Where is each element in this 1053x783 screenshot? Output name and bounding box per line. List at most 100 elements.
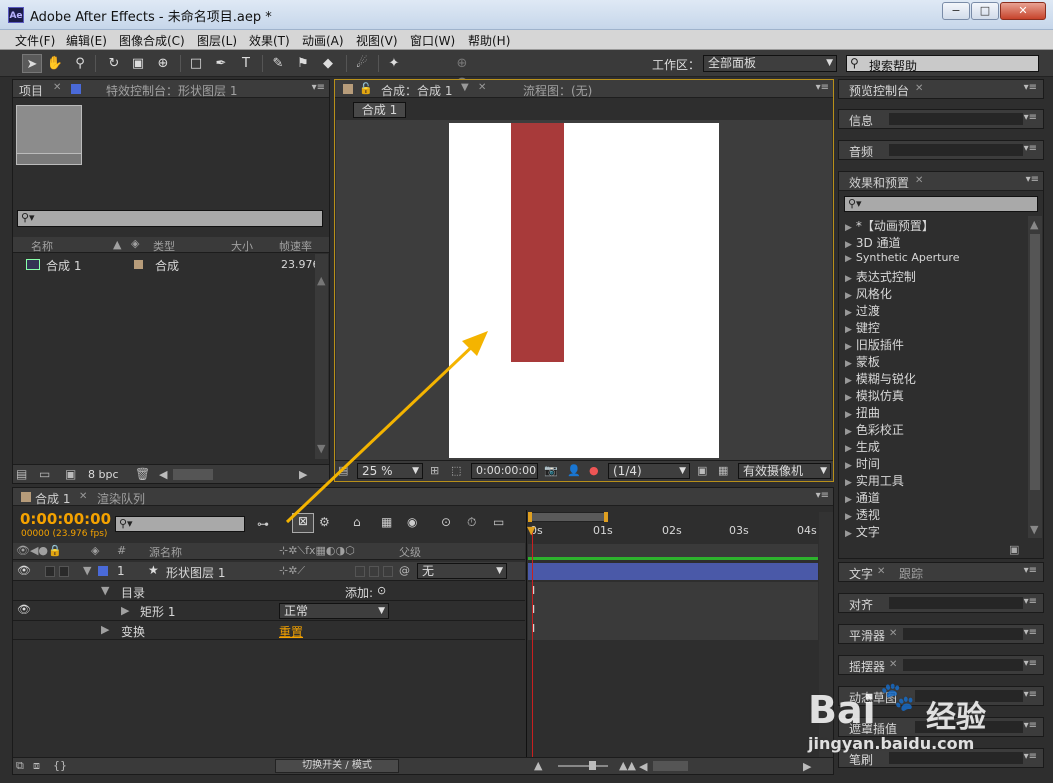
effects-list-item[interactable]: ▶ 实用工具 — [845, 472, 904, 489]
solo-toggle[interactable] — [45, 566, 55, 577]
timeline-horizontal-thumb[interactable] — [653, 761, 688, 771]
project-item-row[interactable]: 合成 1 合成 23.976 — [13, 256, 320, 273]
zoom-slider-thumb[interactable] — [589, 761, 596, 770]
effects-list-item[interactable]: ▶ *【动画预置】 — [845, 217, 934, 234]
tab-info[interactable]: 信息 — [849, 112, 873, 129]
eraser-tool-icon[interactable]: ◆ — [318, 54, 338, 73]
close-icon[interactable]: ✕ — [79, 491, 87, 502]
panel-menu-icon[interactable]: ▾≡ — [1024, 143, 1037, 154]
lock-toggle[interactable] — [59, 566, 69, 577]
tab-wiggler[interactable]: 摇摆器 — [849, 658, 885, 675]
zoom-in-mountain-icon[interactable]: ▲▲ — [619, 759, 636, 772]
effects-scrollbar[interactable]: ▲ ▼ — [1028, 216, 1042, 538]
panel-menu-icon[interactable]: ▾≡ — [1026, 174, 1039, 185]
timeline-scrollbar[interactable] — [819, 512, 833, 758]
panel-menu-icon[interactable]: ▾≡ — [1024, 82, 1037, 93]
menu-file[interactable]: 文件(F) — [15, 32, 55, 49]
scroll-right-icon[interactable]: ▶ — [299, 468, 307, 481]
effects-list-item[interactable]: ▶ 键控 — [845, 319, 880, 336]
show-snapshot-icon[interactable]: 👤 — [567, 464, 581, 477]
add-menu-label[interactable]: 添加: — [345, 584, 373, 601]
effects-list-item[interactable]: ▶ 模糊与锐化 — [845, 370, 916, 387]
current-time-indicator[interactable] — [532, 530, 533, 758]
tab-preview[interactable]: 预览控制台 — [849, 82, 909, 99]
effects-list-item[interactable]: ▶ 透视 — [845, 506, 880, 523]
effects-list-item[interactable]: ▶ 通道 — [845, 489, 880, 506]
layer-duration-bar[interactable] — [528, 563, 818, 580]
workspace-dropdown[interactable]: 全部面板 ▼ — [703, 55, 837, 72]
effects-list-item[interactable]: ▶ 时间 — [845, 455, 880, 472]
comp-breadcrumb-tab[interactable]: 合成 1 — [353, 102, 406, 118]
live-update-toggle-icon[interactable]: ⊠ — [292, 513, 314, 533]
minimize-button[interactable]: − — [942, 2, 970, 20]
project-scrollbar[interactable]: ▲ ▼ — [315, 254, 328, 459]
tab-flowchart[interactable]: 流程图：(无) — [523, 82, 592, 99]
rectangle-tool-icon[interactable]: □ — [186, 54, 206, 73]
mini-flowchart-icon[interactable]: ⊶ — [257, 517, 269, 531]
scroll-down-icon[interactable]: ▼ — [1030, 523, 1038, 536]
trash-icon[interactable]: 🗑 — [135, 467, 150, 481]
dropdown-arrow-icon[interactable]: ▼ — [461, 82, 469, 93]
panel-menu-icon[interactable]: ▾≡ — [1024, 627, 1037, 638]
tab-effects-presets[interactable]: 效果和预置 — [849, 174, 909, 191]
new-folder-icon[interactable]: ▭ — [39, 467, 50, 481]
motion-blur-icon[interactable]: ◉ — [407, 515, 417, 529]
expand-arrow-icon[interactable]: ▶ — [121, 604, 129, 617]
menu-layer[interactable]: 图层(L) — [197, 32, 237, 49]
column-source-name[interactable]: 源名称 — [149, 544, 182, 560]
column-type[interactable]: 类型 — [153, 238, 175, 254]
scroll-left-icon[interactable]: ◀ — [159, 468, 167, 481]
tab-text[interactable]: 文字 — [849, 565, 873, 582]
reset-link[interactable]: 重置 — [279, 623, 303, 640]
hide-shy-layers-icon[interactable]: ⌂ — [353, 515, 361, 529]
snapshot-camera-icon[interactable]: 📷 — [544, 464, 558, 477]
pan-behind-tool-icon[interactable]: ⊕ — [153, 54, 173, 73]
timeline-navigator[interactable] — [528, 544, 818, 557]
collapse-arrow-icon[interactable]: ▼ — [83, 564, 91, 577]
effects-list-item[interactable]: ▶ 色彩校正 — [845, 421, 904, 438]
close-icon[interactable]: ✕ — [889, 628, 897, 639]
timecode-display[interactable]: 0:00:00:00 — [471, 463, 538, 479]
close-icon[interactable]: ✕ — [53, 82, 61, 93]
panel-menu-icon[interactable]: ▾≡ — [1024, 565, 1037, 576]
menu-composition[interactable]: 图像合成(C) — [119, 32, 185, 49]
switch-box[interactable] — [355, 566, 365, 577]
camera-dropdown[interactable]: 有效摄像机 ▼ — [738, 463, 831, 479]
panel-menu-icon[interactable]: ▾≡ — [1024, 112, 1037, 123]
axis-mode-icons[interactable]: ⊕ ● ⊞ — [452, 54, 472, 109]
zoom-out-mountain-icon[interactable]: ▲ — [534, 759, 542, 772]
color-channels-icon[interactable]: ● — [589, 464, 599, 477]
add-button-icon[interactable]: ⊙ — [377, 584, 386, 597]
effects-search-input[interactable]: ⚲▾ — [844, 196, 1038, 212]
rectangle-group-name[interactable]: 矩形 1 — [140, 603, 175, 620]
effects-list-item[interactable]: ▶ 表达式控制 — [845, 268, 916, 285]
brainstorm-icon[interactable]: ▭ — [493, 515, 504, 529]
blend-mode-dropdown[interactable]: 正常 ▼ — [279, 603, 389, 619]
clone-stamp-tool-icon[interactable]: ⚑ — [293, 54, 313, 73]
current-time-display[interactable]: 0:00:00:00 — [20, 510, 111, 528]
shape-layer-rectangle[interactable] — [511, 123, 564, 362]
tab-timeline-comp[interactable]: 合成 1 — [35, 490, 70, 507]
tab-smoother[interactable]: 平滑器 — [849, 627, 885, 644]
scroll-thumb[interactable] — [1030, 234, 1040, 490]
effects-list-item[interactable]: ▶ 模拟仿真 — [845, 387, 904, 404]
tab-brushes[interactable]: 笔刷 — [849, 751, 873, 768]
close-icon[interactable]: ✕ — [915, 83, 923, 94]
expand-arrow-icon[interactable]: ▶ — [101, 623, 109, 636]
menu-edit[interactable]: 编辑(E) — [66, 32, 107, 49]
selection-tool-icon[interactable]: ➤ — [22, 54, 42, 73]
resolution-dropdown[interactable]: (1/4) ▼ — [608, 463, 690, 479]
time-zoom-slider[interactable] — [558, 765, 608, 767]
close-icon[interactable]: ✕ — [877, 566, 885, 577]
tab-audio[interactable]: 音频 — [849, 143, 873, 160]
frame-blending-icon[interactable]: ▦ — [381, 515, 392, 529]
layer-switches-icons[interactable]: ⊹✲⟋ — [279, 564, 305, 578]
graph-editor-icon[interactable]: ⊙ — [441, 515, 451, 529]
tab-tracker[interactable]: 跟踪 — [899, 565, 923, 582]
hand-tool-icon[interactable]: ✋ — [45, 54, 65, 73]
in-out-pane-icon[interactable]: {} — [53, 759, 67, 772]
camera-tool-icon[interactable]: ▣ — [128, 54, 148, 73]
close-button[interactable]: ✕ — [1000, 2, 1046, 20]
panel-menu-icon[interactable]: ▾≡ — [1024, 689, 1037, 700]
scroll-up-icon[interactable]: ▲ — [317, 274, 325, 287]
